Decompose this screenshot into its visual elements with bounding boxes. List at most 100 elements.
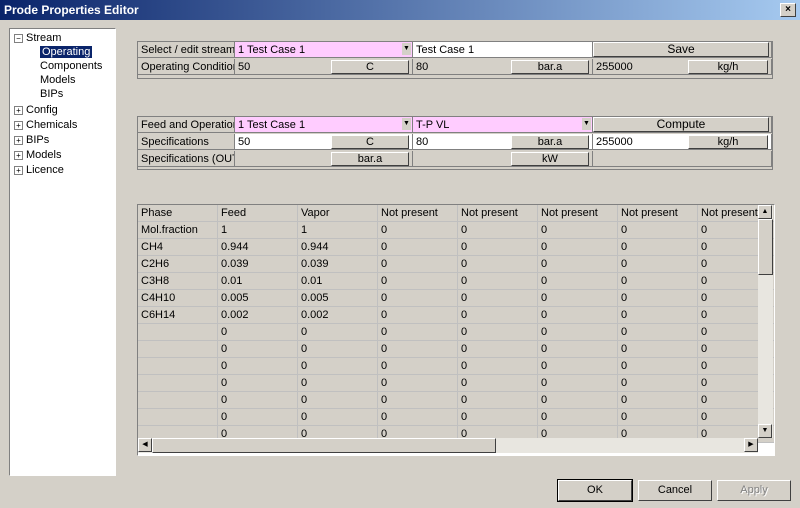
scroll-left-icon[interactable]: ◀: [138, 438, 152, 452]
save-button[interactable]: Save: [593, 42, 769, 57]
temperature-value[interactable]: 50: [238, 61, 250, 73]
table-cell[interactable]: 0: [458, 273, 538, 290]
table-cell[interactable]: 0: [378, 409, 458, 426]
table-cell[interactable]: 0: [618, 290, 698, 307]
table-cell[interactable]: 0: [458, 307, 538, 324]
table-cell[interactable]: 0: [538, 392, 618, 409]
navigation-tree[interactable]: − Stream Operating Components Models BIPs + Con…: [9, 28, 116, 476]
table-cell[interactable]: 0.005: [218, 290, 298, 307]
table-cell[interactable]: 0: [378, 290, 458, 307]
out-power-unit-button[interactable]: kW: [511, 152, 589, 166]
horizontal-scroll-thumb[interactable]: [152, 438, 496, 453]
table-cell[interactable]: 0: [458, 375, 538, 392]
tree-item-config[interactable]: + Config: [14, 103, 58, 117]
tree-item-stream[interactable]: − Stream: [14, 31, 61, 45]
table-cell[interactable]: 0: [378, 392, 458, 409]
scroll-down-icon[interactable]: ▼: [758, 424, 772, 438]
scroll-up-icon[interactable]: ▲: [758, 205, 772, 219]
table-cell[interactable]: 0: [298, 324, 378, 341]
table-cell[interactable]: 0: [618, 358, 698, 375]
tree-item-models[interactable]: Models: [40, 73, 75, 87]
column-header[interactable]: Not present: [378, 205, 458, 222]
table-cell[interactable]: 0: [458, 324, 538, 341]
table-cell[interactable]: 0: [218, 341, 298, 358]
table-cell[interactable]: 0: [538, 222, 618, 239]
pressure-value[interactable]: 80: [416, 61, 428, 73]
table-cell[interactable]: 0: [618, 256, 698, 273]
row-label[interactable]: [138, 358, 218, 375]
table-cell[interactable]: 0: [618, 222, 698, 239]
column-header[interactable]: Phase: [138, 205, 218, 222]
compute-button[interactable]: Compute: [593, 117, 769, 132]
feed-select[interactable]: 1 Test Case 1 ▼: [235, 117, 413, 133]
row-label[interactable]: [138, 341, 218, 358]
row-label[interactable]: C6H14: [138, 307, 218, 324]
row-label[interactable]: C3H8: [138, 273, 218, 290]
table-cell[interactable]: 0: [618, 409, 698, 426]
cancel-button[interactable]: Cancel: [638, 480, 712, 501]
table-cell[interactable]: 0: [618, 392, 698, 409]
chevron-down-icon[interactable]: ▼: [402, 43, 411, 55]
tree-item-chemicals[interactable]: + Chemicals: [14, 118, 77, 132]
table-cell[interactable]: 0: [218, 324, 298, 341]
column-header[interactable]: Feed: [218, 205, 298, 222]
table-cell[interactable]: 0.039: [298, 256, 378, 273]
table-cell[interactable]: 0.01: [218, 273, 298, 290]
table-cell[interactable]: 0: [378, 273, 458, 290]
table-cell[interactable]: 0: [538, 239, 618, 256]
apply-button[interactable]: Apply: [717, 480, 791, 501]
table-cell[interactable]: 0: [458, 341, 538, 358]
row-label[interactable]: [138, 375, 218, 392]
scroll-right-icon[interactable]: ▶: [744, 438, 758, 452]
row-label[interactable]: [138, 324, 218, 341]
plus-box-icon[interactable]: +: [14, 105, 23, 115]
row-label[interactable]: C2H6: [138, 256, 218, 273]
table-cell[interactable]: 0: [298, 358, 378, 375]
table-cell[interactable]: 0: [378, 239, 458, 256]
table-cell[interactable]: 0: [458, 290, 538, 307]
chevron-down-icon[interactable]: ▼: [402, 118, 411, 130]
table-cell[interactable]: 0: [378, 222, 458, 239]
table-cell[interactable]: 0: [378, 341, 458, 358]
spec-temperature-input[interactable]: 50: [238, 136, 250, 148]
tree-item-models[interactable]: + Models: [14, 148, 61, 162]
spec-flow-input[interactable]: 255000: [596, 136, 633, 148]
table-cell[interactable]: 0.039: [218, 256, 298, 273]
table-cell[interactable]: 0: [458, 222, 538, 239]
table-cell[interactable]: 0: [538, 256, 618, 273]
minus-box-icon[interactable]: −: [14, 33, 23, 43]
tree-item-licence[interactable]: + Licence: [14, 163, 64, 177]
spec-pressure-unit-button[interactable]: bar.a: [511, 135, 589, 149]
spec-pressure-input[interactable]: 80: [416, 136, 428, 148]
plus-box-icon[interactable]: +: [14, 165, 23, 175]
table-cell[interactable]: 0: [458, 256, 538, 273]
flow-unit-button[interactable]: kg/h: [688, 60, 768, 74]
table-cell[interactable]: 0: [458, 392, 538, 409]
table-cell[interactable]: 0: [298, 341, 378, 358]
table-cell[interactable]: 0: [298, 409, 378, 426]
column-header[interactable]: Vapor: [298, 205, 378, 222]
close-icon[interactable]: ×: [780, 3, 796, 17]
table-cell[interactable]: 0: [378, 375, 458, 392]
table-cell[interactable]: 1: [298, 222, 378, 239]
table-cell[interactable]: 0: [298, 375, 378, 392]
vertical-scrollbar[interactable]: ▲ ▼: [758, 205, 773, 438]
table-cell[interactable]: 0: [378, 358, 458, 375]
table-cell[interactable]: 0: [538, 273, 618, 290]
stream-name-input[interactable]: Test Case 1: [413, 42, 593, 58]
out-pressure-unit-button[interactable]: bar.a: [331, 152, 409, 166]
row-label[interactable]: [138, 392, 218, 409]
table-cell[interactable]: 0.002: [298, 307, 378, 324]
table-cell[interactable]: 0.944: [298, 239, 378, 256]
column-header[interactable]: Not present: [538, 205, 618, 222]
table-cell[interactable]: 0: [458, 358, 538, 375]
results-table[interactable]: Phase Feed Vapor Not present Not present Not …: [137, 204, 775, 456]
table-cell[interactable]: 0.944: [218, 239, 298, 256]
tree-item-bips[interactable]: + BIPs: [14, 133, 49, 147]
plus-box-icon[interactable]: +: [14, 150, 23, 160]
table-cell[interactable]: 0: [618, 341, 698, 358]
table-cell[interactable]: 1: [218, 222, 298, 239]
table-cell[interactable]: 0: [298, 392, 378, 409]
table-cell[interactable]: 0: [538, 324, 618, 341]
tree-item-bips[interactable]: BIPs: [40, 87, 63, 101]
